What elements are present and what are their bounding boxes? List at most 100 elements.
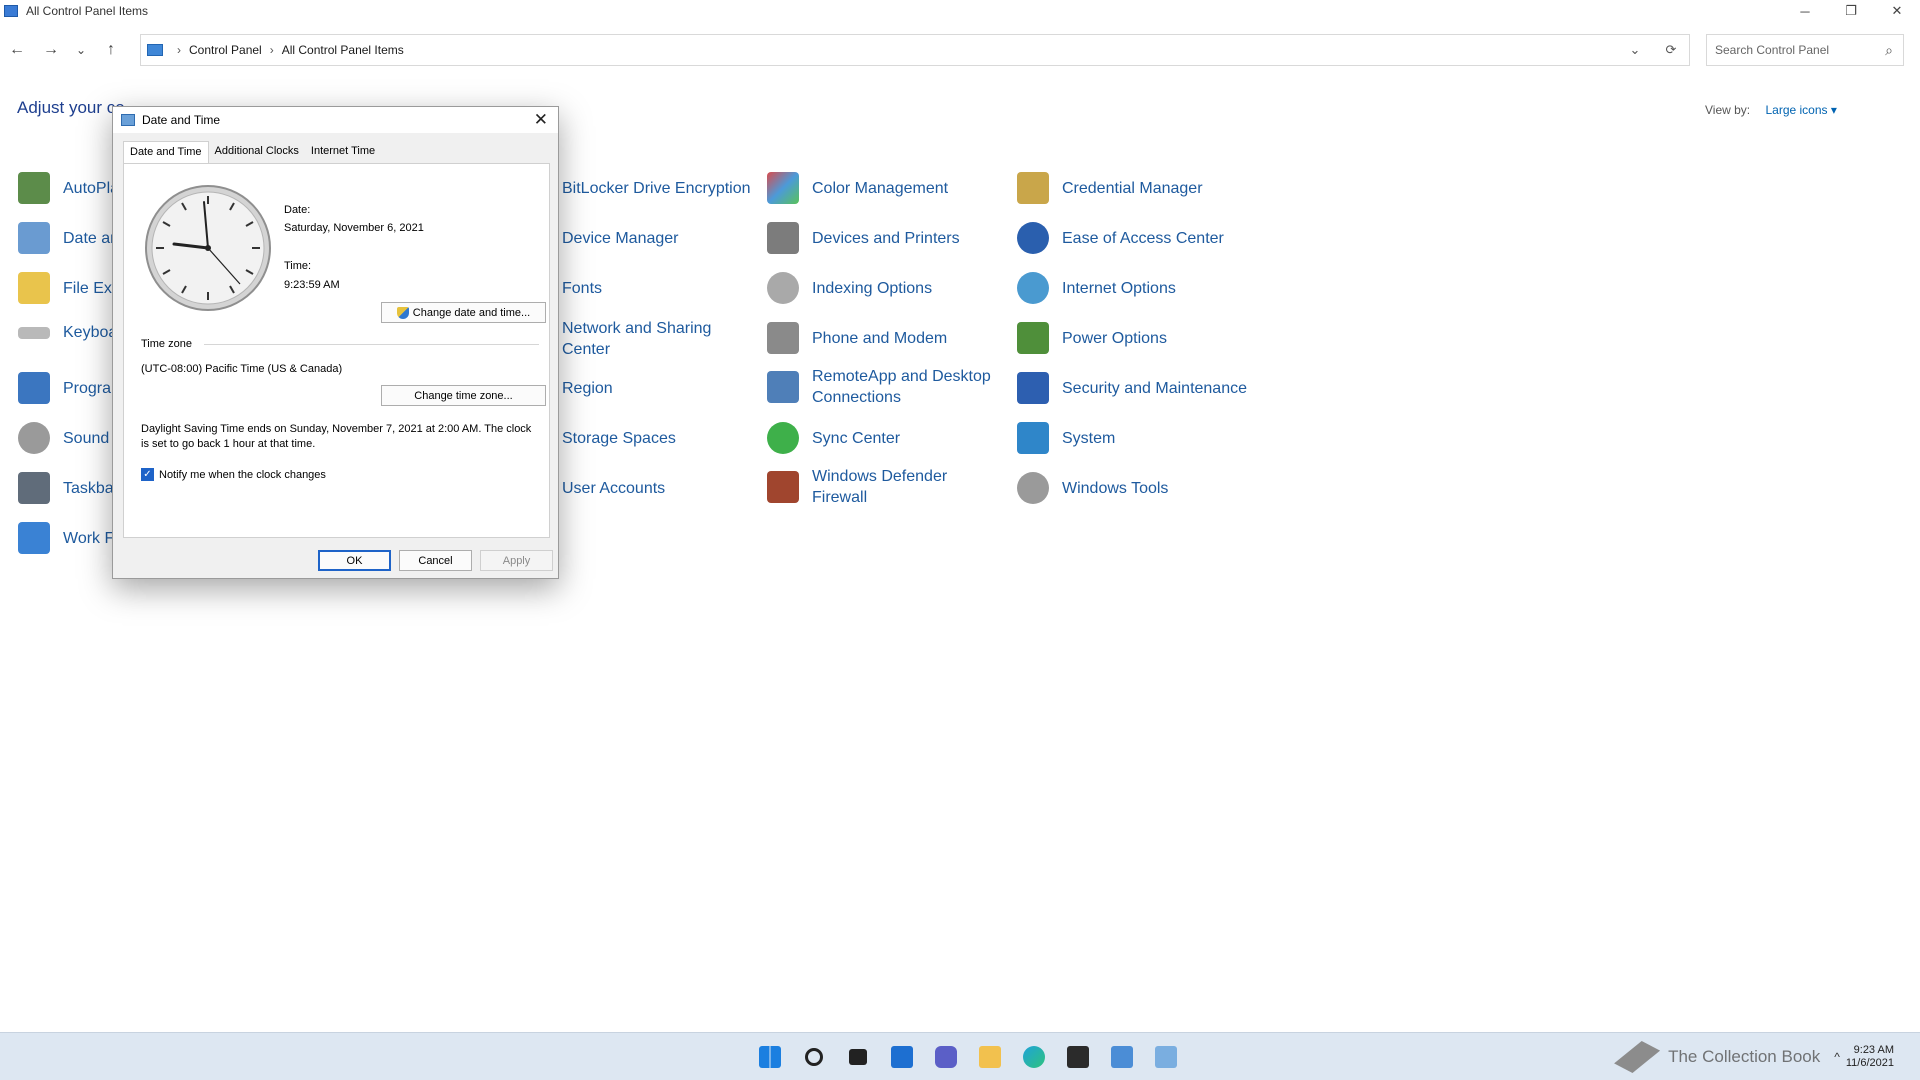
cp-item-date-and-time[interactable]: Date ar xyxy=(18,222,115,254)
tab-internet-time[interactable]: Internet Time xyxy=(305,141,381,163)
taskbar-icon xyxy=(18,472,50,504)
cp-item-network-sharing[interactable]: Network and Sharing Center xyxy=(562,318,737,360)
search-icon xyxy=(805,1048,823,1066)
color-management-icon xyxy=(767,172,799,204)
cp-item-taskbar[interactable]: Taskbar xyxy=(18,472,119,504)
search-placeholder: Search Control Panel xyxy=(1715,43,1830,57)
breadcrumb-all-items[interactable]: All Control Panel Items xyxy=(282,43,404,57)
cp-item-keyboard[interactable]: Keyboa xyxy=(18,322,117,343)
chat-button[interactable] xyxy=(924,1041,968,1073)
restore-button[interactable]: ❐ xyxy=(1828,0,1874,22)
date-label: Date: xyxy=(284,204,311,216)
cp-item-credential-manager[interactable]: Credential Manager xyxy=(1017,172,1203,204)
search-icon[interactable]: ⌕ xyxy=(1885,42,1893,59)
cp-item-defender-firewall[interactable]: Windows Defender Firewall xyxy=(767,466,977,508)
gears-icon xyxy=(1017,472,1049,504)
cp-item-user-accounts[interactable]: User Accounts xyxy=(562,478,665,499)
back-button[interactable]: ← xyxy=(0,35,34,65)
tray-clock[interactable]: 9:23 AM 11/6/2021 xyxy=(1846,1044,1894,1070)
tab-date-and-time[interactable]: Date and Time xyxy=(123,141,209,163)
store-icon xyxy=(1067,1046,1089,1068)
cp-item-devices-printers[interactable]: Devices and Printers xyxy=(767,222,960,254)
dialog-tabs: Date and Time Additional Clocks Internet… xyxy=(123,141,381,163)
cp-item-windows-tools[interactable]: Windows Tools xyxy=(1017,472,1168,504)
work-folders-icon xyxy=(18,522,50,554)
accessibility-icon xyxy=(1017,222,1049,254)
date-time-dialog: Date and Time ✕ Date and Time Additional… xyxy=(112,106,559,579)
cp-item-bitlocker[interactable]: BitLocker Drive Encryption xyxy=(562,178,751,199)
change-time-zone-button[interactable]: Change time zone... xyxy=(381,385,546,406)
cp-item-indexing-options[interactable]: Indexing Options xyxy=(767,272,932,304)
calendar-clock-icon xyxy=(18,222,50,254)
cp-item-power-options[interactable]: Power Options xyxy=(1017,322,1167,354)
view-by-dropdown[interactable]: Large icons ▾ xyxy=(1765,103,1836,117)
apply-button[interactable]: Apply xyxy=(480,550,553,571)
minimize-button[interactable]: ─ xyxy=(1782,0,1828,22)
forward-button[interactable]: → xyxy=(34,35,68,65)
page-title: Adjust your co xyxy=(17,98,125,117)
cp-item-programs[interactable]: Prograi xyxy=(18,372,115,404)
printer-icon xyxy=(767,222,799,254)
store-button[interactable] xyxy=(1056,1041,1100,1073)
cp-item-color-management[interactable]: Color Management xyxy=(767,172,948,204)
recent-locations-button[interactable]: ⌄ xyxy=(68,35,94,65)
task-view-button[interactable] xyxy=(836,1041,880,1073)
autoplay-icon xyxy=(18,172,50,204)
taskbar: The Collection Book ^ 9:23 AM 11/6/2021 xyxy=(0,1032,1920,1080)
edge-icon xyxy=(1023,1046,1045,1068)
address-dropdown-button[interactable]: ⌄ xyxy=(1617,42,1653,58)
notify-option[interactable]: ✓ Notify me when the clock changes xyxy=(141,468,326,481)
watermark-text: The Collection Book xyxy=(1668,1047,1821,1066)
dialog-title: Date and Time xyxy=(142,113,221,127)
widgets-button[interactable] xyxy=(880,1041,924,1073)
monitor-icon xyxy=(1017,422,1049,454)
cancel-button[interactable]: Cancel xyxy=(399,550,472,571)
analog-clock xyxy=(145,185,271,311)
cp-item-phone-modem[interactable]: Phone and Modem xyxy=(767,322,947,354)
ok-button[interactable]: OK xyxy=(318,550,391,571)
cp-item-storage-spaces[interactable]: Storage Spaces xyxy=(562,428,676,449)
cp-item-security-maintenance[interactable]: Security and Maintenance xyxy=(1017,372,1247,404)
flag-icon xyxy=(1017,372,1049,404)
file-explorer-button[interactable] xyxy=(968,1041,1012,1073)
date-time-taskbar-button[interactable] xyxy=(1144,1041,1188,1073)
start-button[interactable] xyxy=(748,1041,792,1073)
up-button[interactable]: ↑ xyxy=(94,35,128,65)
tab-additional-clocks[interactable]: Additional Clocks xyxy=(209,141,305,163)
tray-overflow-button[interactable]: ^ xyxy=(1834,1050,1840,1064)
cp-item-sync-center[interactable]: Sync Center xyxy=(767,422,900,454)
address-bar[interactable]: › Control Panel › All Control Panel Item… xyxy=(140,34,1690,66)
cp-item-region[interactable]: Region xyxy=(562,378,613,399)
cp-item-sound[interactable]: Sound xyxy=(18,422,109,454)
dialog-titlebar: Date and Time xyxy=(113,107,558,133)
cp-item-work-folders[interactable]: Work Fi xyxy=(18,522,118,554)
cp-item-ease-of-access[interactable]: Ease of Access Center xyxy=(1017,222,1224,254)
search-input[interactable]: Search Control Panel ⌕ xyxy=(1706,34,1904,66)
widgets-icon xyxy=(891,1046,913,1068)
cp-item-device-manager[interactable]: Device Manager xyxy=(562,228,679,249)
close-window-button[interactable]: ✕ xyxy=(1874,0,1920,22)
breadcrumb-control-panel[interactable]: Control Panel xyxy=(189,43,262,57)
system-tray: The Collection Book ^ 9:23 AM 11/6/2021 xyxy=(1614,1041,1900,1073)
refresh-button[interactable]: ⟳ xyxy=(1653,42,1689,58)
date-time-icon xyxy=(1155,1046,1177,1068)
cp-item-autoplay[interactable]: AutoPla xyxy=(18,172,119,204)
window-title: All Control Panel Items xyxy=(26,4,149,18)
phone-icon xyxy=(767,322,799,354)
cp-item-fonts[interactable]: Fonts xyxy=(562,278,602,299)
dst-notice: Daylight Saving Time ends on Sunday, Nov… xyxy=(141,423,532,450)
cp-item-internet-options[interactable]: Internet Options xyxy=(1017,272,1176,304)
date-time-icon xyxy=(121,114,135,126)
cp-item-remoteapp[interactable]: RemoteApp and Desktop Connections xyxy=(767,366,997,408)
cp-item-system[interactable]: System xyxy=(1017,422,1115,454)
firewall-icon xyxy=(767,471,799,503)
folder-icon xyxy=(979,1046,1001,1068)
notify-checkbox[interactable]: ✓ xyxy=(141,468,154,481)
cp-item-file-explorer[interactable]: File Exp xyxy=(18,272,121,304)
change-date-time-button[interactable]: Change date and time... xyxy=(381,302,546,323)
control-panel-taskbar-button[interactable] xyxy=(1100,1041,1144,1073)
edge-button[interactable] xyxy=(1012,1041,1056,1073)
taskbar-search-button[interactable] xyxy=(792,1041,836,1073)
windows-logo-icon xyxy=(759,1046,781,1068)
dialog-close-button[interactable]: ✕ xyxy=(534,110,548,130)
